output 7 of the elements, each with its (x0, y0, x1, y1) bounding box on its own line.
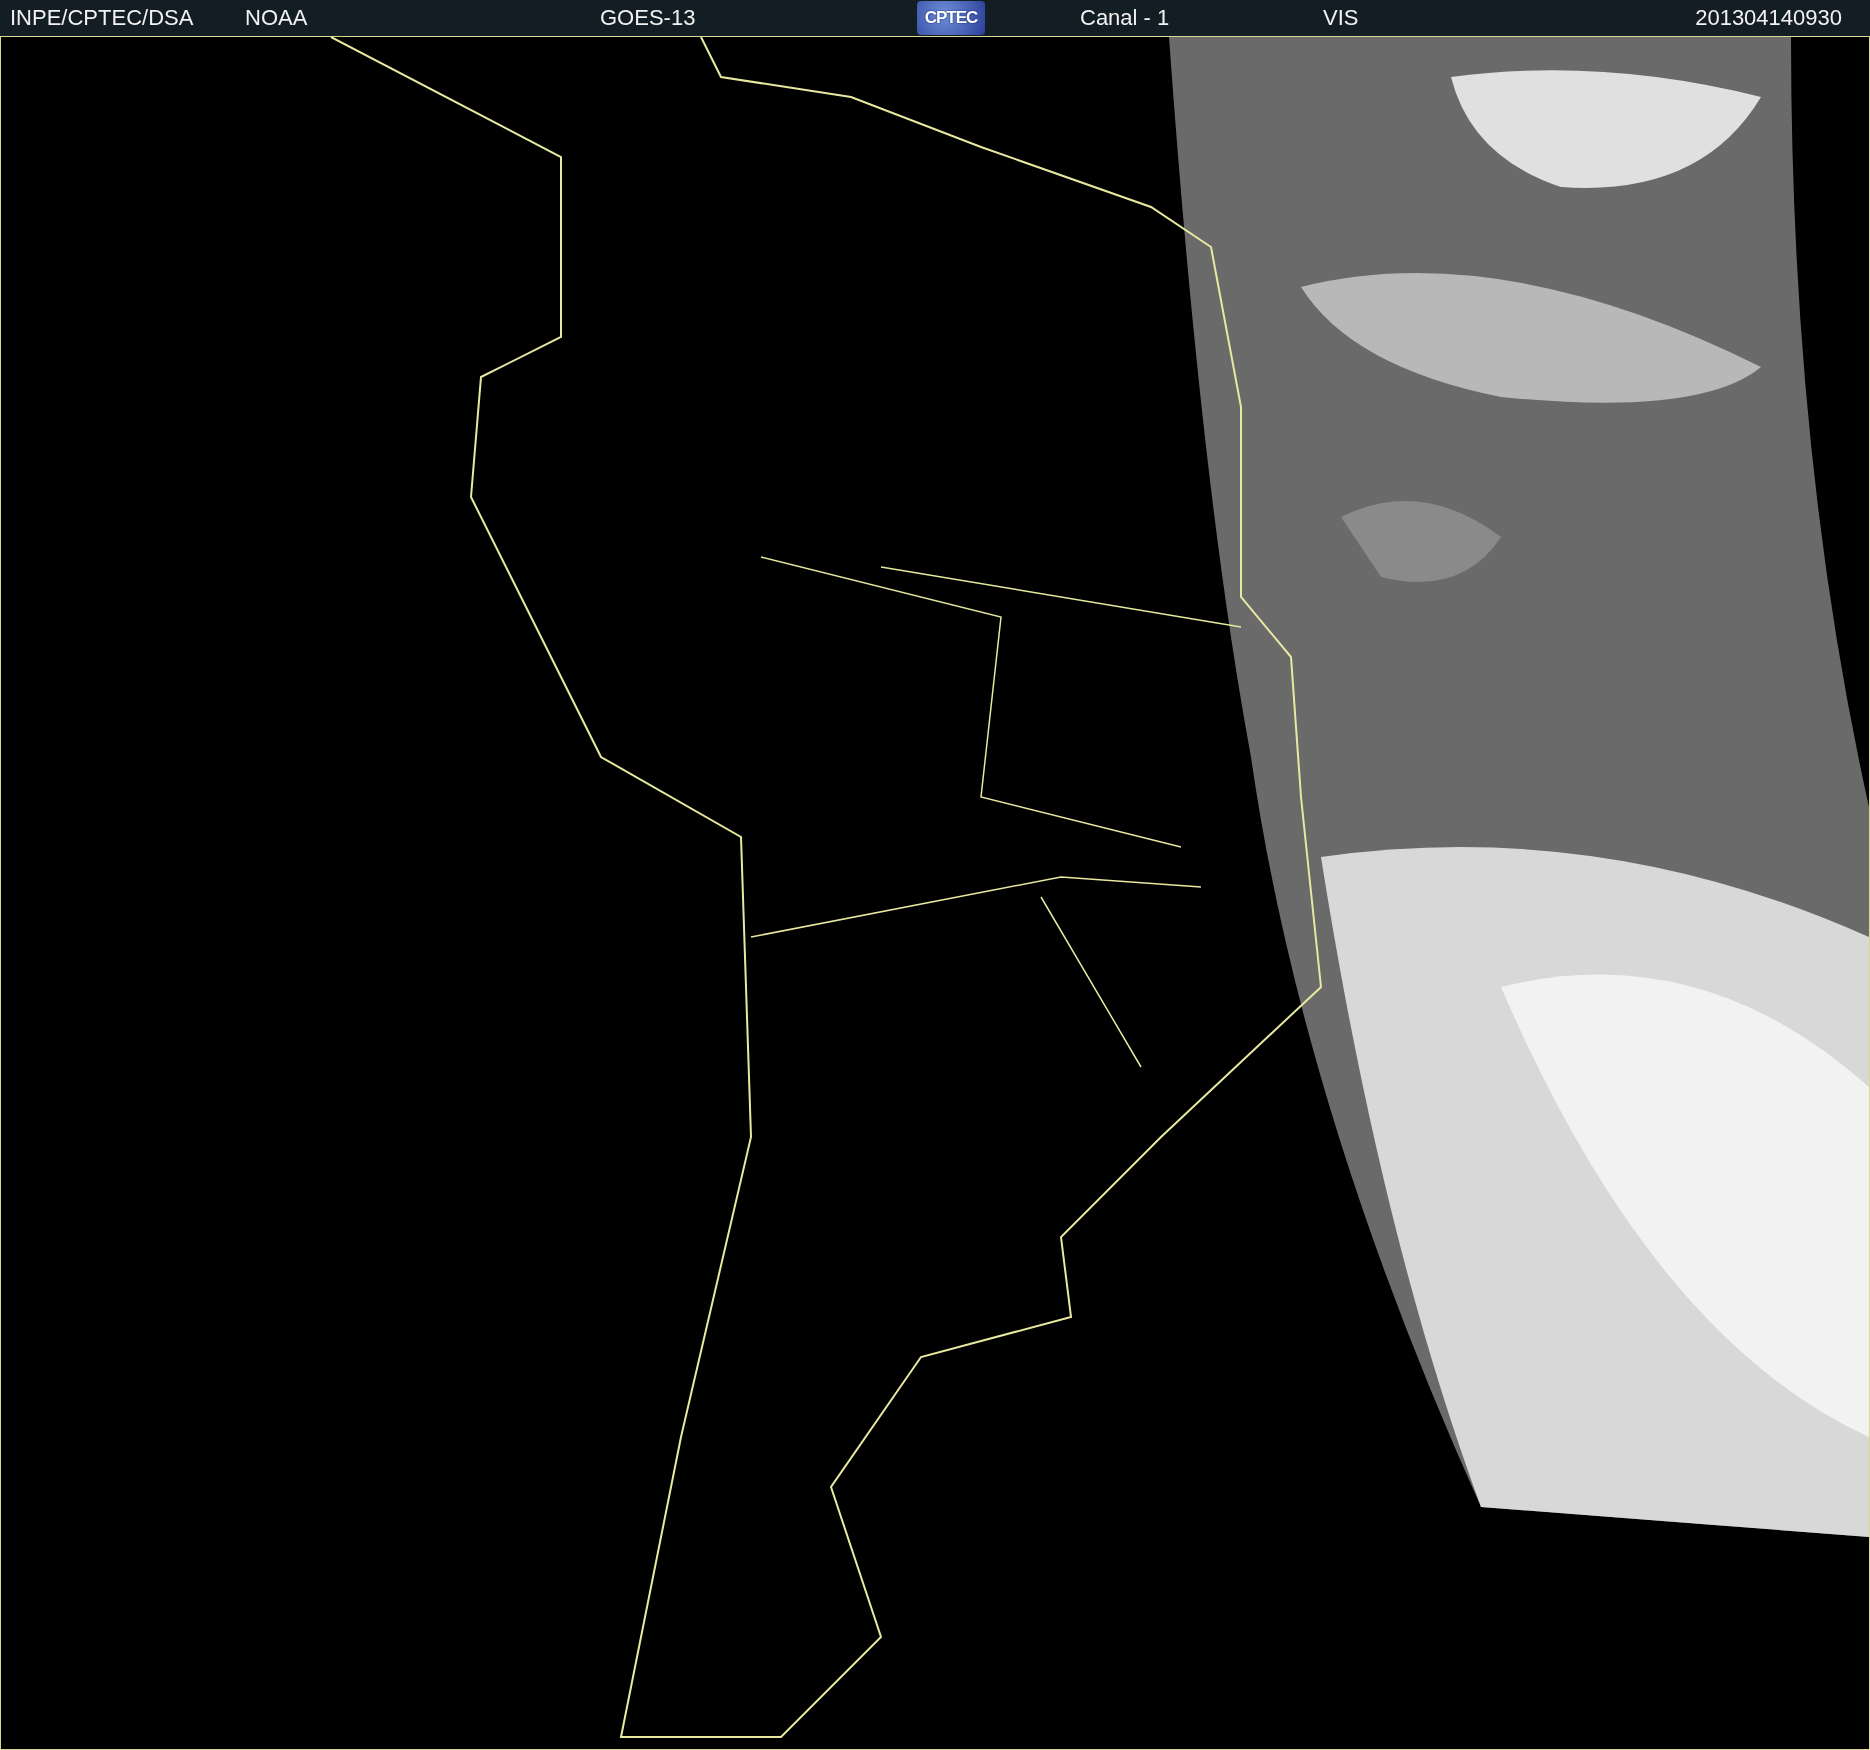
header-label: NOAA (245, 5, 308, 31)
header-label: INPE/CPTEC/DSA (10, 5, 194, 31)
header-label: VIS (1323, 5, 1359, 31)
timestamp: 201304140930 (1695, 5, 1842, 31)
header-label: GOES-13 (600, 5, 696, 31)
logo: CPTEC (917, 1, 985, 35)
header-label: Canal - 1 (1080, 5, 1170, 31)
